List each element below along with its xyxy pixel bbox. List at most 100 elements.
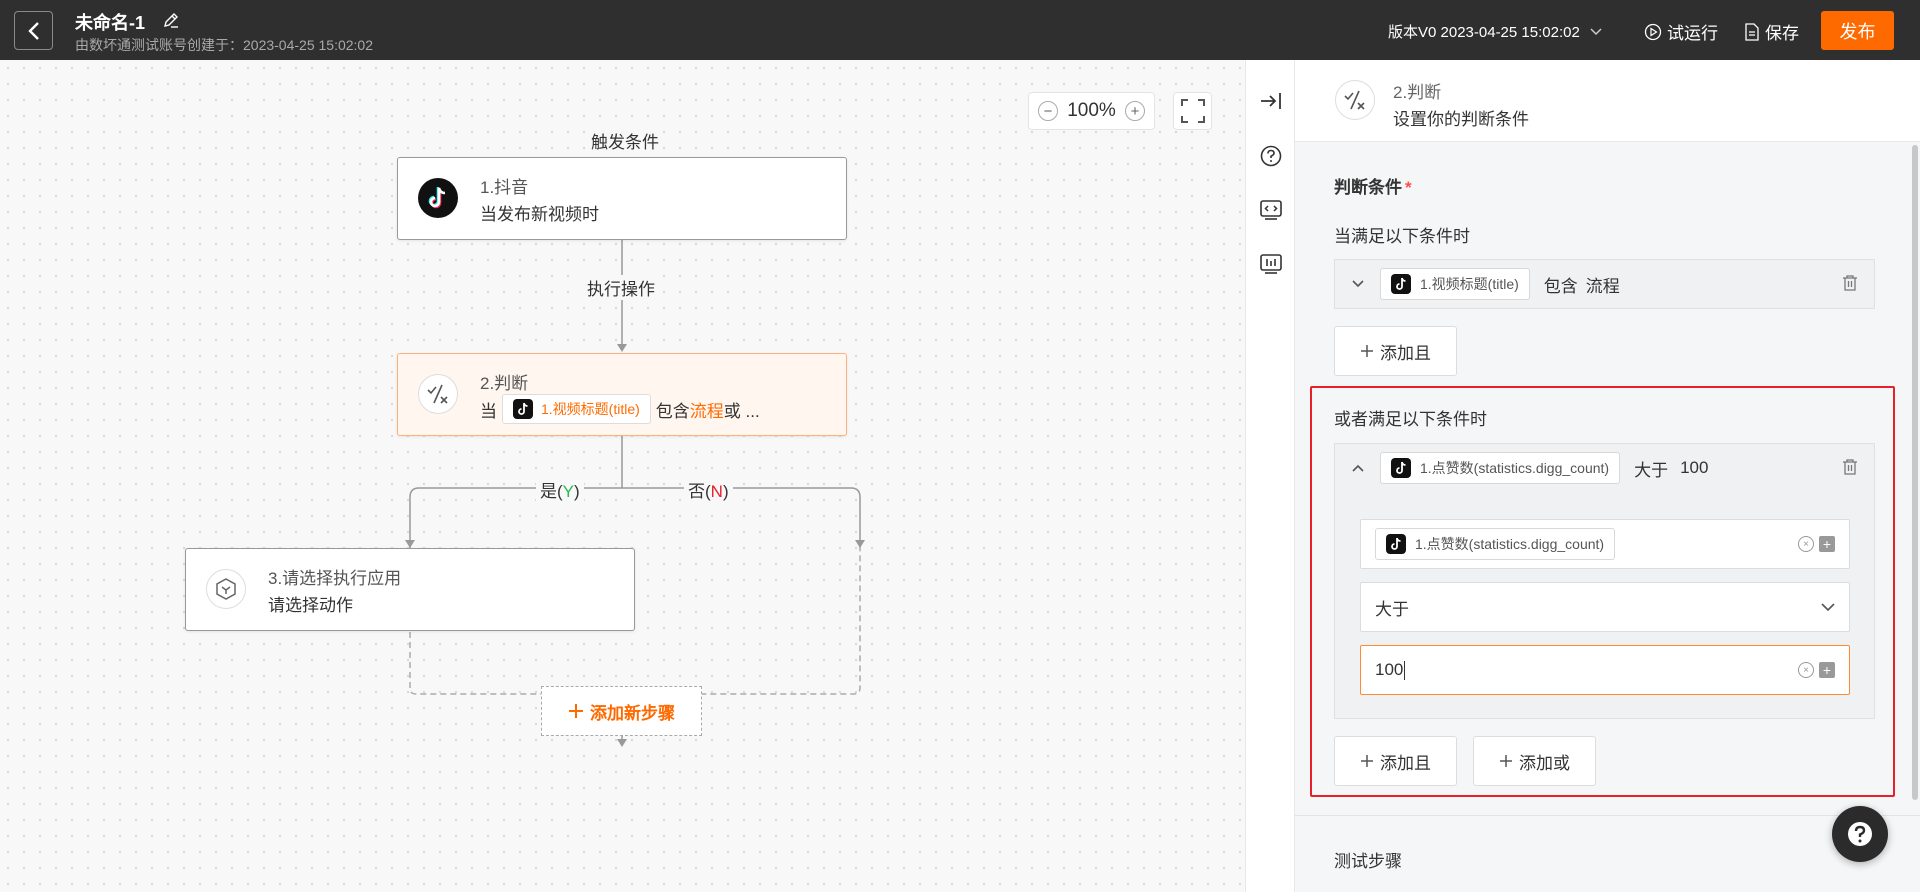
text-caret bbox=[1404, 660, 1406, 680]
tiktok-icon bbox=[1386, 534, 1406, 554]
tiktok-icon bbox=[1391, 274, 1411, 294]
insert-variable-icon[interactable]: + bbox=[1819, 662, 1835, 678]
save-label: 保存 bbox=[1765, 24, 1799, 43]
clear-icon[interactable]: × bbox=[1798, 536, 1814, 552]
node-trigger-douyin[interactable]: 1.抖音 当发布新视频时 bbox=[397, 157, 847, 240]
section-divider bbox=[1295, 815, 1920, 816]
desc-prefix: 当 bbox=[480, 401, 497, 421]
section-label-text: 判断条件 bbox=[1334, 178, 1402, 197]
add-or-button[interactable]: 添加或 bbox=[1473, 736, 1596, 786]
rule-value: 流程 bbox=[1585, 276, 1620, 296]
help-button[interactable] bbox=[1259, 144, 1283, 168]
yes-suffix: ) bbox=[574, 482, 580, 501]
field-label: 1.视频标题(title) bbox=[1420, 276, 1519, 292]
tiktok-icon bbox=[513, 399, 533, 419]
group1-label: 当满足以下条件时 bbox=[1334, 227, 1470, 246]
node-condition[interactable]: 2.判断 当 1.视频标题(title) 包含 流程或 ... bbox=[397, 353, 847, 436]
plus-icon bbox=[1361, 345, 1373, 357]
expand-toggle[interactable] bbox=[1335, 280, 1380, 288]
log-view-button[interactable] bbox=[1259, 252, 1283, 276]
trash-icon[interactable] bbox=[1842, 458, 1858, 479]
chevron-down-icon bbox=[1821, 602, 1835, 611]
no-prefix: 否( bbox=[688, 482, 711, 501]
value-input[interactable]: 100 × + bbox=[1360, 645, 1850, 695]
field-chip[interactable]: 1.点赞数(statistics.digg_count) bbox=[1375, 528, 1616, 560]
rule-operator: 包含 bbox=[1543, 276, 1578, 296]
yes-branch-label[interactable]: 是(Y) bbox=[536, 477, 584, 502]
add-and-button-1[interactable]: 添加且 bbox=[1334, 326, 1457, 376]
desc-keyword: 流程 bbox=[689, 401, 724, 421]
top-bar: 未命名-1 由数坏通测试账号创建于：2023-04-25 15:02:02 版本… bbox=[0, 0, 1920, 60]
condition-icon bbox=[1335, 80, 1375, 120]
field-label: 1.点赞数(statistics.digg_count) bbox=[1420, 460, 1610, 476]
help-chat-button[interactable] bbox=[1832, 806, 1888, 862]
rule-value: 100 bbox=[1680, 458, 1709, 477]
node-desc: 请选择动作 bbox=[268, 596, 353, 615]
add-step-label: 添加新步骤 bbox=[590, 703, 675, 723]
version-select[interactable]: 版本V0 2023-04-25 15:02:02 bbox=[1388, 21, 1602, 42]
desc-suffix: 或 ... bbox=[723, 401, 760, 421]
code-view-button[interactable] bbox=[1259, 198, 1283, 222]
panel-scrollbar[interactable] bbox=[1912, 145, 1918, 800]
node-title: 3.请选择执行应用 bbox=[268, 569, 402, 588]
tiktok-icon bbox=[418, 178, 458, 218]
rule-operator: 大于 bbox=[1634, 460, 1669, 480]
add-and-label: 添加且 bbox=[1380, 343, 1431, 363]
no-branch-label[interactable]: 否(N) bbox=[684, 477, 733, 502]
node-desc: 当发布新视频时 bbox=[480, 205, 599, 224]
version-label: 版本V0 2023-04-25 15:02:02 bbox=[1388, 24, 1580, 41]
yes-letter: Y bbox=[562, 482, 575, 501]
collapse-right-icon bbox=[1261, 93, 1281, 109]
chevron-left-icon bbox=[27, 21, 39, 40]
trash-icon[interactable] bbox=[1842, 274, 1858, 295]
test-run-label: 试运行 bbox=[1667, 24, 1718, 43]
clear-icon[interactable]: × bbox=[1798, 662, 1814, 678]
node-desc: 当 1.视频标题(title) 包含 流程或 ... bbox=[480, 394, 760, 424]
play-circle-icon bbox=[1644, 23, 1662, 40]
tiktok-icon bbox=[1391, 458, 1411, 478]
add-step-button[interactable]: 添加新步骤 bbox=[541, 686, 702, 736]
chart-icon bbox=[1260, 254, 1282, 274]
required-mark: * bbox=[1405, 178, 1412, 197]
add-and-button-2[interactable]: 添加且 bbox=[1334, 736, 1457, 786]
plus-icon bbox=[1500, 755, 1512, 767]
collapse-panel-button[interactable] bbox=[1259, 89, 1283, 113]
publish-button[interactable]: 发布 bbox=[1821, 11, 1894, 50]
condition-rule-1[interactable]: 1.视频标题(title) 包含 流程 bbox=[1334, 259, 1875, 309]
chevron-up-icon bbox=[1351, 464, 1364, 472]
side-toolbar bbox=[1245, 60, 1295, 892]
panel-subtitle: 设置你的判断条件 bbox=[1393, 110, 1529, 129]
group2-label: 或者满足以下条件时 bbox=[1334, 410, 1487, 429]
panel-title: 2.判断 bbox=[1393, 83, 1442, 102]
field-label: 1.点赞数(statistics.digg_count) bbox=[1415, 536, 1605, 552]
trigger-label: 触发条件 bbox=[587, 128, 663, 153]
desc-mid: 包含 bbox=[655, 401, 690, 421]
panel-header: 2.判断 设置你的判断条件 bbox=[1295, 60, 1920, 142]
field-chip[interactable]: 1.视频标题(title) bbox=[1380, 268, 1530, 300]
no-letter: N bbox=[710, 482, 723, 501]
save-button[interactable]: 保存 bbox=[1744, 19, 1799, 44]
field-chip: 1.视频标题(title) bbox=[502, 394, 651, 424]
node-action[interactable]: 3.请选择执行应用 请选择动作 bbox=[185, 548, 635, 631]
field-selector[interactable]: 1.点赞数(statistics.digg_count) × + bbox=[1360, 519, 1850, 569]
value-actions: × + bbox=[1798, 662, 1835, 678]
document-icon bbox=[1745, 22, 1759, 41]
created-info: 由数坏通测试账号创建于：2023-04-25 15:02:02 bbox=[75, 37, 373, 53]
back-button[interactable] bbox=[14, 11, 53, 50]
test-run-button[interactable]: 试运行 bbox=[1644, 19, 1718, 44]
collapse-toggle[interactable] bbox=[1335, 464, 1380, 472]
edit-title-icon[interactable] bbox=[161, 10, 181, 33]
flow-title: 未命名-1 bbox=[75, 13, 146, 33]
field-actions: × + bbox=[1798, 536, 1835, 552]
condition-rule-2[interactable]: 1.点赞数(statistics.digg_count) 大于 100 bbox=[1334, 443, 1875, 493]
add-or-label: 添加或 bbox=[1519, 753, 1570, 773]
operator-select[interactable]: 大于 bbox=[1360, 582, 1850, 632]
condition-section-label: 判断条件 * bbox=[1334, 173, 1412, 198]
test-step-label: 测试步骤 bbox=[1334, 852, 1402, 871]
app-box-icon bbox=[206, 569, 246, 609]
field-chip[interactable]: 1.点赞数(statistics.digg_count) bbox=[1380, 452, 1621, 484]
no-suffix: ) bbox=[722, 482, 729, 501]
insert-variable-icon[interactable]: + bbox=[1819, 536, 1835, 552]
chevron-down-icon bbox=[1351, 280, 1364, 288]
question-circle-icon bbox=[1260, 145, 1282, 167]
